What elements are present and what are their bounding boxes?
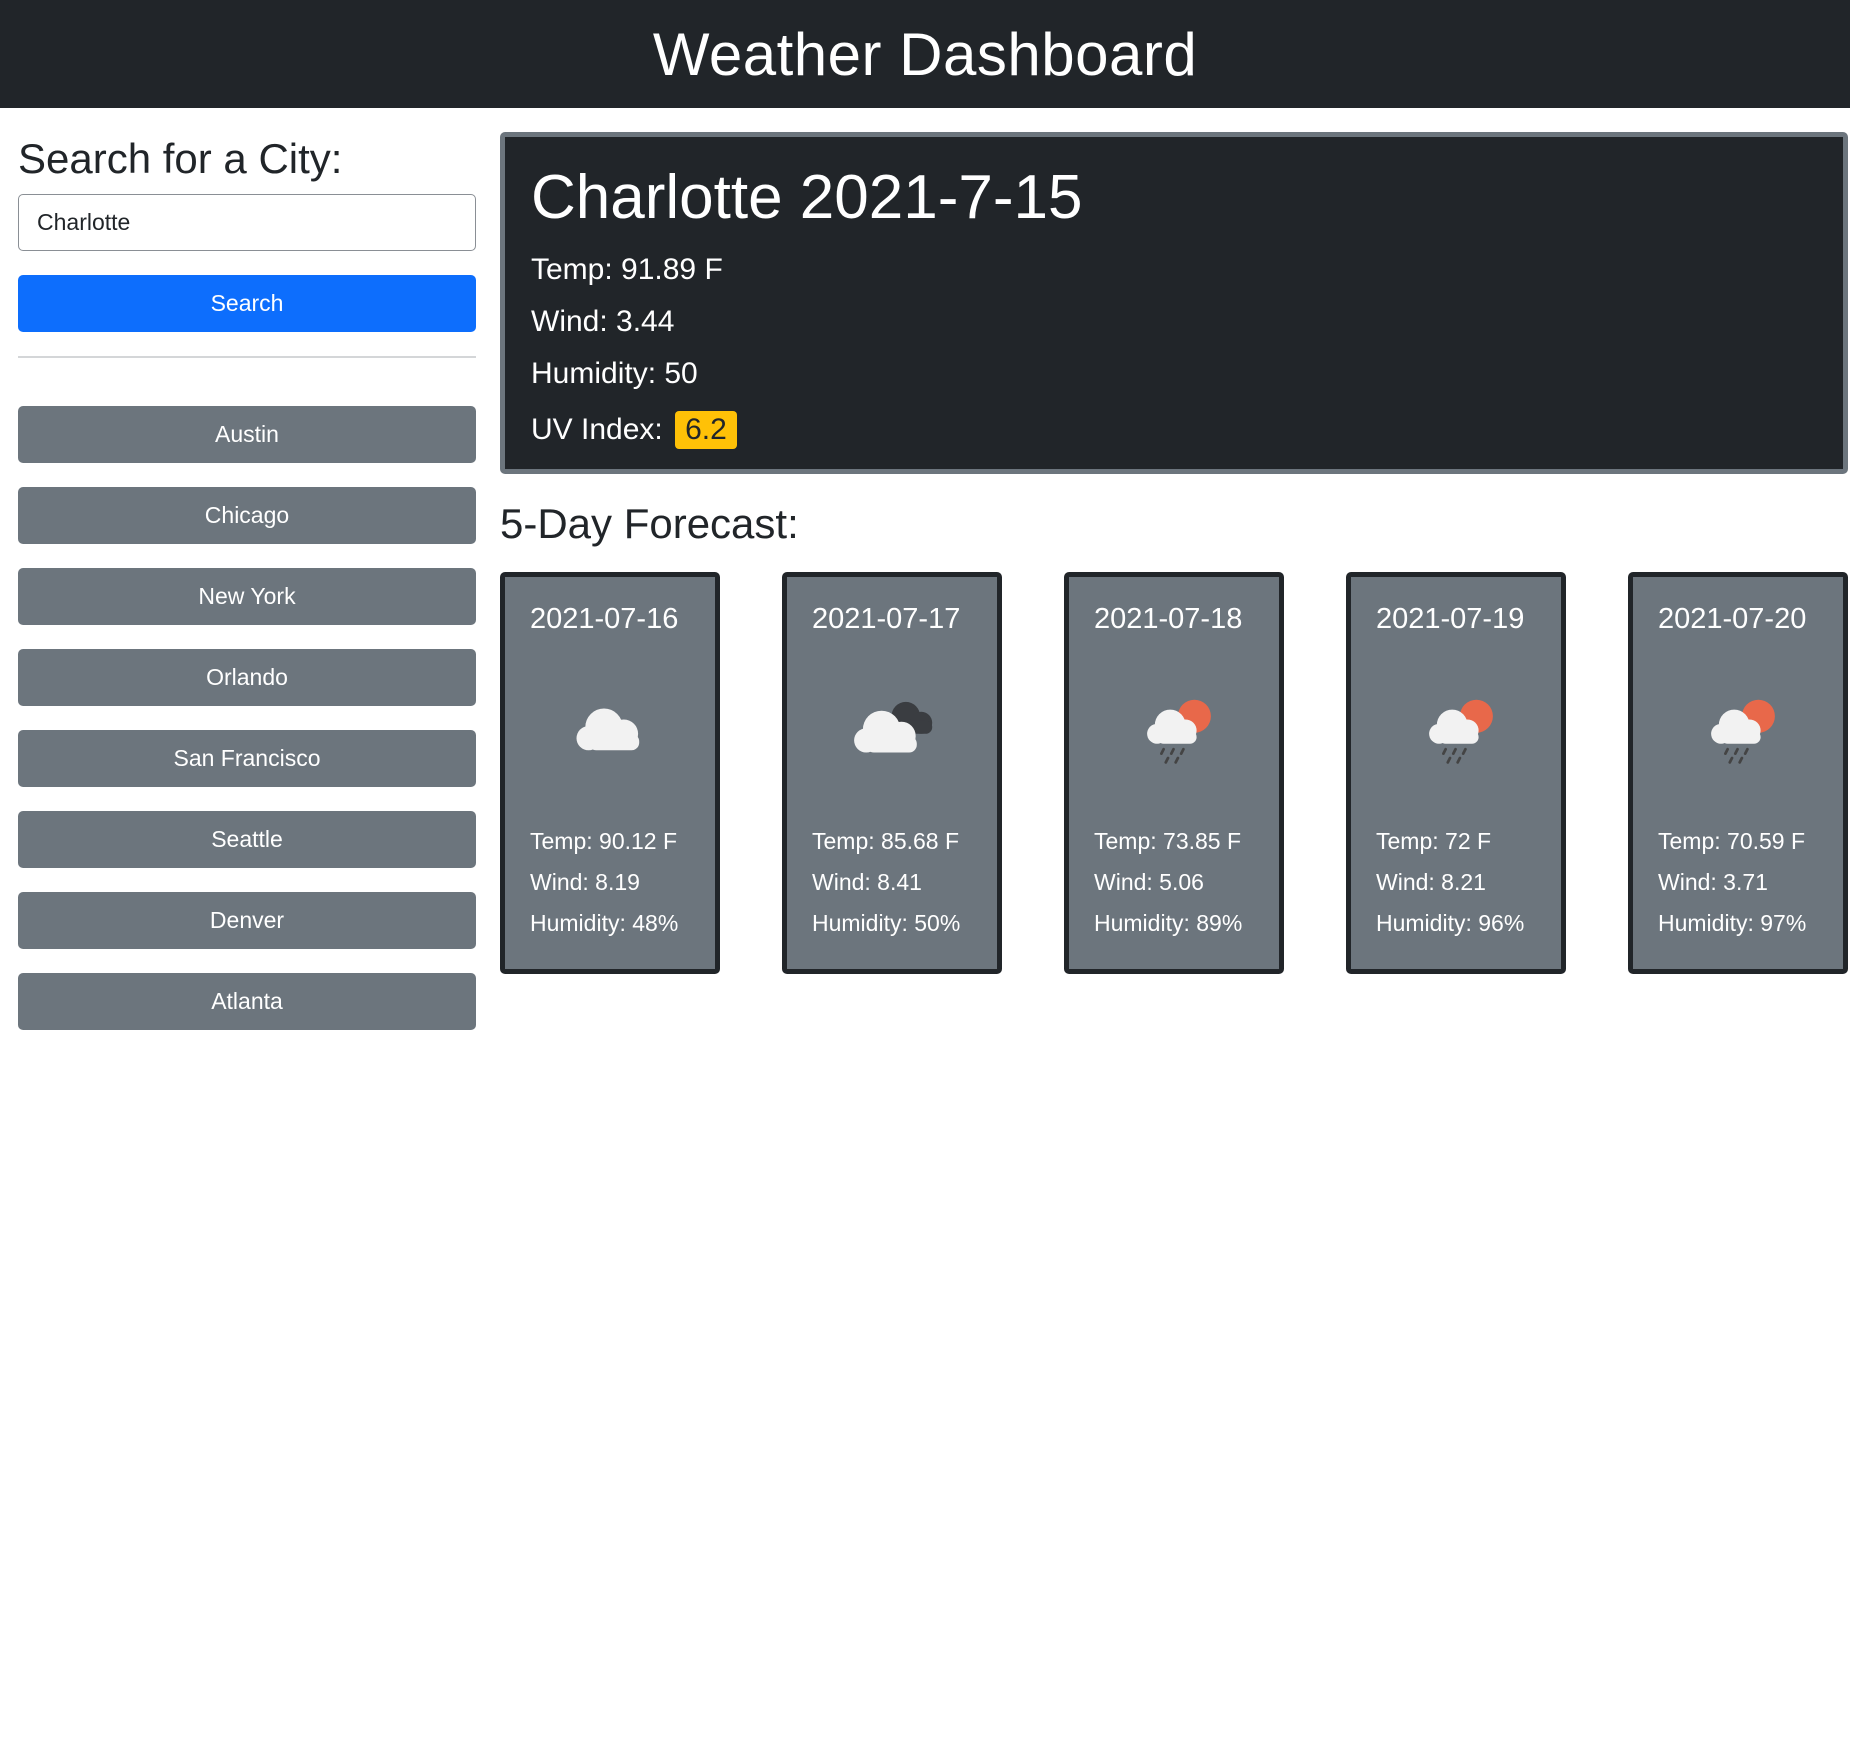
forecast-heading: 5-Day Forecast: [500, 500, 799, 547]
current-wind: Wind: 3.44 [531, 305, 675, 338]
search-heading: Search for a City: [18, 135, 343, 182]
forecast-temp: Temp: 85.68 F [812, 828, 960, 854]
sidebar: Search for a City: Search Austin Chicago… [18, 108, 476, 1054]
history-button-atlanta[interactable]: Atlanta [18, 973, 476, 1031]
forecast-humidity: Humidity: 97% [1658, 910, 1807, 936]
search-button[interactable]: Search [18, 275, 476, 333]
history-button-austin[interactable]: Austin [18, 406, 476, 464]
forecast-card: 2021-07-17 Temp: 85.68 F Wind: 8.41 Humi… [782, 572, 1002, 974]
current-humidity: Humidity: 50 [531, 357, 698, 390]
current-city-date: Charlotte 2021-7-15 [531, 163, 1083, 232]
forecast-wind: Wind: 8.41 [812, 869, 922, 895]
history-button-seattle[interactable]: Seattle [18, 811, 476, 869]
history-button-orlando[interactable]: Orlando [18, 649, 476, 707]
top-bar: Weather Dashboard [0, 0, 1850, 108]
search-history-list: Austin Chicago New York Orlando San Fran… [18, 406, 476, 1031]
divider [18, 356, 476, 359]
uv-label: UV Index: [531, 413, 663, 446]
forecast-temp: Temp: 72 F [1376, 828, 1492, 854]
forecast-date: 2021-07-16 [530, 603, 679, 635]
current-uv-row: UV Index: 6.2 [531, 411, 1843, 449]
forecast-card: 2021-07-18 Temp: 73.85 F Wind: 5.06 Humi… [1064, 572, 1284, 974]
forecast-wind: Wind: 8.19 [530, 869, 640, 895]
cloudy-icon [576, 708, 640, 751]
page-title: Weather Dashboard [652, 20, 1198, 88]
rain-sun-icon [1711, 699, 1775, 764]
history-button-new-york[interactable]: New York [18, 568, 476, 626]
forecast-date: 2021-07-20 [1658, 603, 1807, 635]
history-button-chicago[interactable]: Chicago [18, 487, 476, 545]
forecast-cards: 2021-07-16 Temp: 90.12 F Wind: 8.19 Humi… [500, 572, 1850, 974]
rain-sun-icon [1429, 699, 1493, 764]
forecast-temp: Temp: 70.59 F [1658, 828, 1806, 854]
city-search-input[interactable] [18, 194, 476, 252]
forecast-card: 2021-07-16 Temp: 90.12 F Wind: 8.19 Humi… [500, 572, 720, 974]
forecast-humidity: Humidity: 89% [1094, 910, 1243, 936]
current-weather-panel: Charlotte 2021-7-15 Temp: 91.89 F Wind: … [500, 132, 1848, 474]
forecast-humidity: Humidity: 50% [812, 910, 961, 936]
history-button-denver[interactable]: Denver [18, 892, 476, 950]
forecast-date: 2021-07-19 [1376, 603, 1525, 635]
forecast-date: 2021-07-18 [1094, 603, 1243, 635]
forecast-wind: Wind: 5.06 [1094, 869, 1204, 895]
rain-sun-icon [1147, 699, 1211, 764]
forecast-humidity: Humidity: 96% [1376, 910, 1525, 936]
uv-index-badge: 6.2 [675, 411, 737, 449]
history-button-san-francisco[interactable]: San Francisco [18, 730, 476, 788]
forecast-card: 2021-07-19 Temp: 72 F Wind: 8.21 Humidit… [1346, 572, 1566, 974]
current-temp: Temp: 91.89 F [531, 253, 723, 286]
forecast-temp: Temp: 73.85 F [1094, 828, 1242, 854]
forecast-date: 2021-07-17 [812, 603, 961, 635]
overcast-clouds-icon [854, 701, 933, 753]
forecast-card: 2021-07-20 Temp: 70.59 F Wind: 3.71 Humi… [1628, 572, 1848, 974]
forecast-wind: Wind: 3.71 [1658, 869, 1768, 895]
forecast-humidity: Humidity: 48% [530, 910, 679, 936]
forecast-temp: Temp: 90.12 F [530, 828, 678, 854]
forecast-wind: Wind: 8.21 [1376, 869, 1486, 895]
